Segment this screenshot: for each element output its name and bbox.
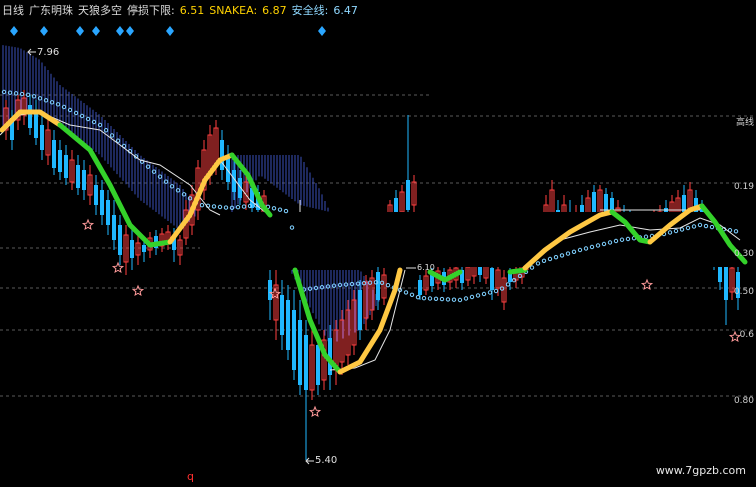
snake-dot	[385, 283, 391, 288]
candle-body	[304, 335, 308, 390]
candle-body	[406, 180, 410, 210]
candle-body	[58, 150, 62, 172]
candle-body	[376, 272, 380, 300]
snake-dot	[481, 291, 487, 297]
trend-line-seg	[507, 267, 528, 275]
candle-body	[280, 295, 284, 335]
snake-dot	[445, 297, 451, 302]
snake-dot	[217, 204, 223, 210]
diamond-signal-icon	[126, 26, 134, 36]
candle-body	[100, 190, 104, 215]
watermark: www.7gpzb.com	[655, 464, 746, 477]
candle-body	[82, 170, 86, 190]
mid-price-label: 6.10	[417, 263, 435, 272]
snake-dot	[409, 292, 415, 297]
candle-body	[358, 290, 362, 330]
candle-body	[286, 300, 290, 350]
bottom-letter: q	[187, 470, 194, 483]
snake-dot	[403, 290, 409, 295]
candle-body	[52, 140, 56, 168]
diamond-signal-icon	[116, 26, 124, 36]
buy-star-icon	[131, 284, 145, 297]
candle-body	[292, 310, 296, 370]
buy-star-icon	[111, 261, 125, 274]
snake-dot	[439, 296, 445, 302]
snake-dot	[469, 294, 475, 300]
snake-dot	[199, 203, 205, 208]
buy-star-icon	[81, 218, 95, 231]
snake-dot	[433, 296, 439, 301]
buy-star-icon	[728, 330, 742, 343]
snake-dot	[277, 207, 283, 212]
snake-dot	[493, 288, 499, 294]
snake-dot	[505, 282, 511, 287]
snake-dot	[415, 295, 421, 300]
axis-label-high: 高线	[735, 118, 754, 128]
candle-body	[220, 140, 224, 170]
diamond-signal-icon	[10, 26, 18, 36]
candle-body	[106, 200, 110, 225]
safety-line-seg	[0, 111, 221, 216]
axis-label-0-6: 0.6	[739, 330, 754, 340]
candle-body	[94, 185, 98, 205]
axis-label-0-19: 0.19	[733, 182, 754, 192]
stock-chart-window[interactable]: 日线 广东明珠 天狼多空 停损下限: 6.51 SNAKEA: 6.87 安全线…	[0, 0, 756, 487]
diamond-signal-icon	[40, 26, 48, 36]
candle-body	[298, 320, 302, 385]
buy-star-icon	[308, 405, 322, 418]
diamond-signal-icon	[76, 26, 84, 36]
candle-body	[142, 245, 146, 252]
snake-dot	[223, 205, 229, 210]
snake-dot	[457, 297, 463, 303]
snake-dot-line	[1, 89, 739, 303]
snake-dot	[271, 206, 277, 211]
candle-body	[40, 125, 44, 150]
low-price-label: 5.40	[315, 455, 338, 466]
candle-body	[724, 265, 728, 300]
axis-label-0-30: 0.30	[733, 249, 754, 259]
candle-body	[76, 165, 80, 188]
snake-dot	[487, 290, 493, 295]
candles	[3, 90, 756, 460]
high-price-label: 7.96	[37, 47, 60, 58]
snake-dot	[451, 297, 457, 302]
candle-body	[112, 215, 116, 240]
signal-diamonds	[10, 26, 326, 36]
diamond-signal-icon	[166, 26, 174, 36]
axis-label-0-80: 0.80	[733, 396, 754, 406]
candle-body	[130, 240, 134, 258]
axis-label-0-50: 0.50	[733, 287, 754, 297]
diamond-signal-icon	[318, 26, 326, 36]
candle-body	[418, 280, 422, 295]
diamond-signal-icon	[92, 26, 100, 36]
snake-dot	[241, 204, 247, 209]
snake-dot	[463, 296, 469, 301]
snake-dot	[427, 296, 433, 301]
candle-body	[118, 225, 122, 255]
candle-body	[268, 280, 272, 300]
snake-dot	[235, 205, 241, 210]
candle-body	[64, 155, 68, 178]
candle-body	[490, 268, 494, 290]
candle-body	[316, 345, 320, 385]
candle-body	[28, 105, 32, 128]
candlestick-chart[interactable]	[0, 0, 756, 487]
snake-dot	[475, 293, 481, 298]
snake-dot	[421, 296, 427, 301]
snake-dot	[211, 204, 217, 209]
